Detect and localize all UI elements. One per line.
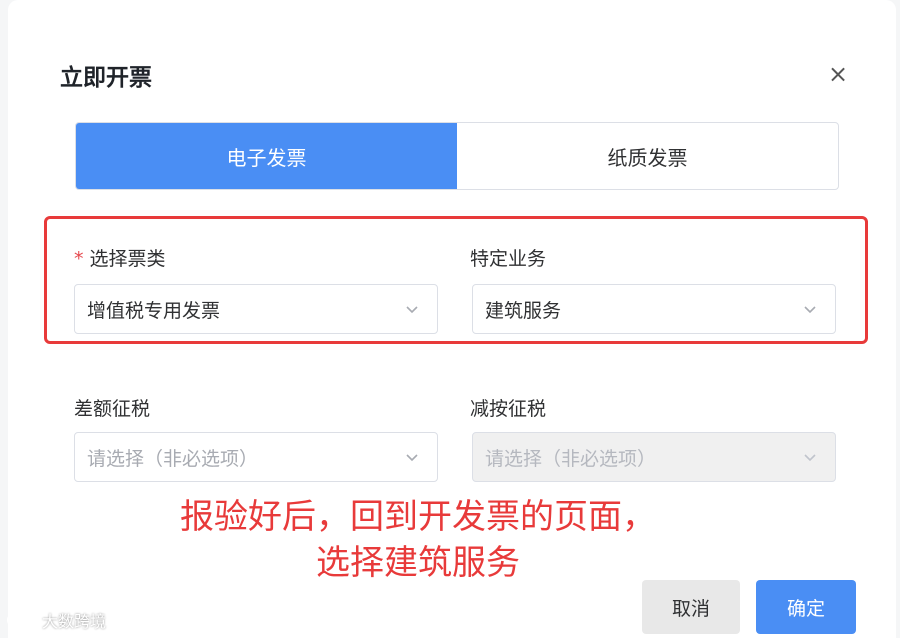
ticket-type-label: * 选择票类	[74, 244, 166, 271]
ticket-type-select[interactable]: 增值税专用发票	[74, 284, 438, 334]
difference-tax-placeholder: 请选择（非必选项）	[87, 447, 259, 470]
invoice-type-tabs: 电子发票 纸质发票	[75, 122, 839, 190]
reduced-tax-label: 减按征税	[470, 398, 547, 420]
difference-tax-label: 差额征税	[74, 398, 151, 420]
annotation-text: 报验好后，回到开发票的页面， 选择建筑服务	[68, 494, 768, 586]
confirm-button[interactable]: 确定	[756, 580, 856, 634]
chevron-down-icon	[406, 454, 418, 462]
tab-electronic-invoice[interactable]: 电子发票	[76, 123, 457, 189]
cancel-button[interactable]: 取消	[642, 580, 740, 634]
close-icon[interactable]: ×	[824, 60, 852, 88]
ticket-type-value: 增值税专用发票	[87, 299, 221, 322]
special-business-label: 特定业务	[470, 248, 547, 270]
chevron-down-icon	[804, 306, 816, 314]
watermark: 大数跨境	[6, 608, 106, 632]
tab-paper-invoice[interactable]: 纸质发票	[457, 123, 838, 189]
chevron-down-icon	[406, 306, 418, 314]
special-business-select[interactable]: 建筑服务	[472, 284, 836, 334]
required-mark: *	[74, 248, 84, 270]
dialog-title: 立即开票	[60, 65, 152, 91]
reduced-tax-select: 请选择（非必选项）	[472, 432, 836, 482]
chevron-down-icon	[804, 454, 816, 462]
watermark-text: 大数跨境	[42, 612, 107, 631]
ticket-type-label-text: 选择票类	[89, 248, 166, 270]
reduced-tax-placeholder: 请选择（非必选项）	[485, 447, 657, 470]
special-business-value: 建筑服务	[485, 299, 562, 322]
invoice-dialog: 立即开票 × 电子发票 纸质发票 * 选择票类 增值税专用发票 特定业务 建筑服务…	[8, 0, 896, 638]
difference-tax-select[interactable]: 请选择（非必选项）	[74, 432, 438, 482]
watermark-logo-icon	[7, 612, 35, 628]
annotation-line-1: 报验好后，回到开发票的页面，	[180, 497, 656, 537]
